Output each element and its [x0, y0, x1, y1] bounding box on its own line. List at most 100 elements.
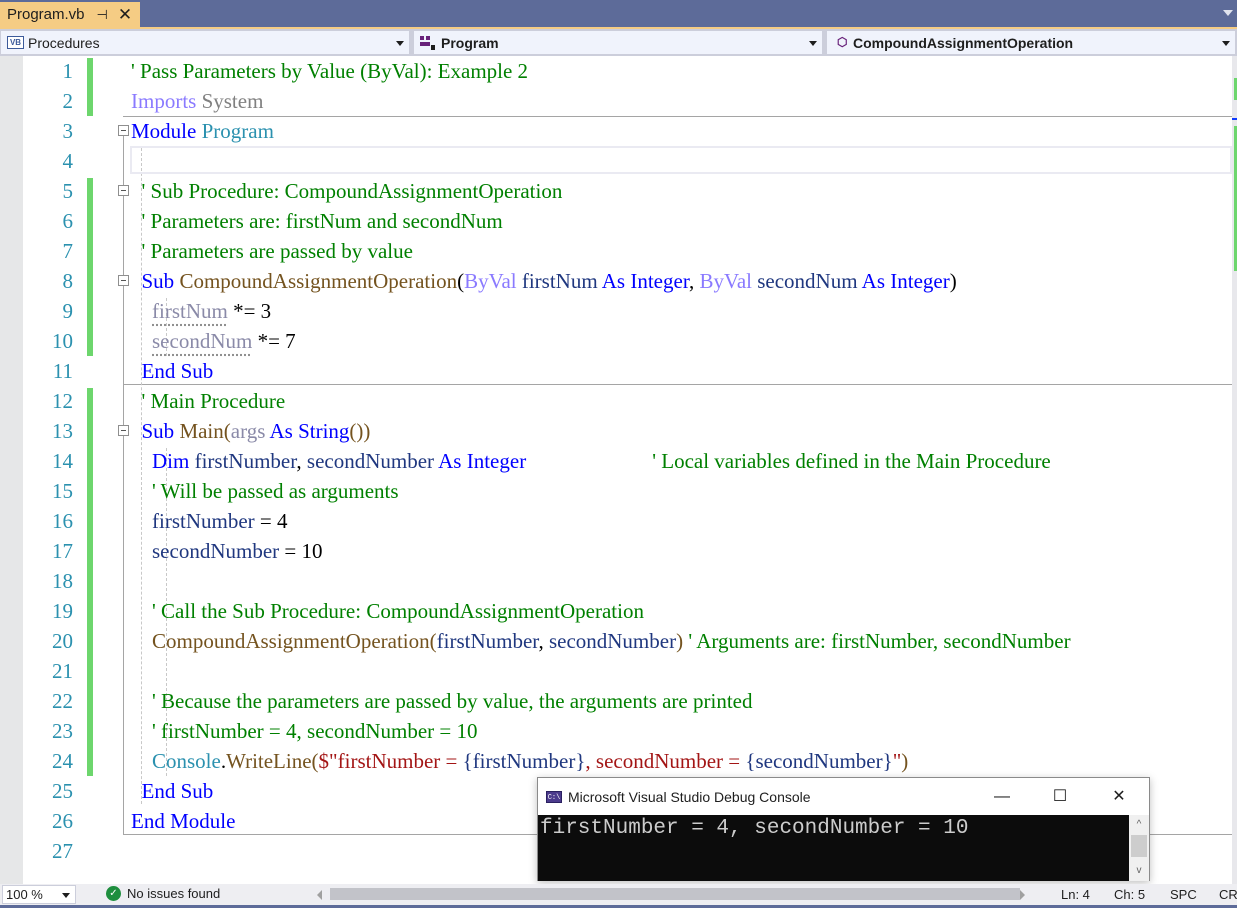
line-number: 1 [62, 59, 74, 83]
console-title-bar[interactable]: C:\ Microsoft Visual Studio Debug Consol… [538, 778, 1149, 815]
code-token: ' Main Procedure [141, 389, 286, 413]
chevron-down-icon [809, 41, 817, 46]
line-ending-indicator[interactable]: CR [1219, 887, 1237, 902]
code-token: firstNumber [436, 629, 539, 653]
project-dropdown[interactable]: VB Procedures [0, 30, 410, 55]
line-number: 3 [62, 119, 74, 143]
code-line: ' Pass Parameters by Value (ByVal): Exam… [131, 56, 528, 86]
close-console-button[interactable]: ✕ [1096, 778, 1142, 815]
code-line: Dim firstNumber, secondNumber As Integer… [131, 446, 1051, 476]
code-line: ' firstNumber = 4, secondNumber = 10 [131, 716, 478, 746]
debug-console-window[interactable]: C:\ Microsoft Visual Studio Debug Consol… [537, 777, 1150, 881]
code-token: , [688, 269, 700, 293]
code-token: ' Sub Procedure: CompoundAssignmentOpera… [141, 179, 563, 203]
code-token: ' Parameters are: firstNum and secondNum [141, 209, 503, 233]
type-dropdown[interactable]: Program [413, 30, 823, 55]
tab-title: Program.vb [7, 6, 85, 23]
code-token: ) [949, 269, 957, 293]
scroll-right-icon[interactable] [1020, 890, 1025, 900]
code-token: Console [152, 749, 221, 773]
code-token: *= 3 [227, 299, 272, 323]
code-line: firstNum *= 3 [131, 296, 271, 326]
line-number: 12 [52, 389, 73, 413]
issues-text: No issues found [127, 886, 221, 901]
code-token: secondNumber [548, 629, 677, 653]
code-token: As [269, 419, 293, 443]
method-cube-icon: ⬡ [837, 35, 848, 49]
scroll-left-icon[interactable] [317, 890, 322, 900]
procedure-separator [123, 384, 1234, 385]
line-number: 21 [52, 659, 73, 683]
line-indicator[interactable]: Ln: 4 [1061, 887, 1090, 902]
tab-program-vb[interactable]: Program.vb ⊣ ✕ [0, 2, 140, 27]
collapse-sub-icon[interactable] [118, 275, 129, 286]
maximize-button[interactable]: ☐ [1037, 778, 1083, 815]
code-token: ' Call the Sub Procedure: CompoundAssign… [152, 599, 644, 623]
code-token: secondNum [152, 329, 253, 353]
line-number: 9 [62, 299, 74, 323]
member-dropdown[interactable]: ⬡ CompoundAssignmentOperation [826, 30, 1236, 55]
line-number: 15 [52, 479, 73, 503]
vertical-scrollbar[interactable] [1232, 56, 1237, 884]
code-line: ' Call the Sub Procedure: CompoundAssign… [131, 596, 644, 626]
scroll-up-icon[interactable]: ^ [1129, 817, 1149, 833]
code-line: ' Will be passed as arguments [131, 476, 399, 506]
collapse-comment-icon[interactable] [118, 185, 129, 196]
code-line: Module Program [131, 116, 274, 146]
code-token: ()) [349, 419, 371, 443]
collapse-main-icon[interactable] [118, 425, 129, 436]
code-token: Sub [141, 269, 175, 293]
code-line: ' Sub Procedure: CompoundAssignmentOpera… [131, 176, 563, 206]
whitespace-indicator[interactable]: SPC [1170, 887, 1197, 902]
minimize-button[interactable]: — [979, 778, 1025, 815]
line-number: 20 [52, 629, 73, 653]
chevron-down-icon [62, 893, 70, 898]
code-token: Integer [466, 449, 527, 473]
horizontal-scroll-thumb[interactable] [330, 888, 1020, 900]
code-token: " [892, 749, 902, 773]
change-marker [87, 178, 93, 356]
pin-icon[interactable]: ⊣ [97, 7, 108, 23]
console-scroll-thumb[interactable] [1131, 835, 1147, 857]
code-token: {firstNumber} [462, 749, 586, 773]
scroll-down-icon[interactable]: v [1129, 863, 1149, 879]
code-line: firstNumber = 4 [131, 506, 288, 536]
code-line: ' Because the parameters are passed by v… [131, 686, 752, 716]
type-dropdown-label: Program [441, 34, 499, 51]
code-token: *= 7 [252, 329, 296, 353]
code-editor[interactable]: 1 2 3 4 5 6 7 8 9 10 11 12 13 14 15 16 17 18 19 20 21 22 23 24 2… [0, 56, 1237, 884]
code-token: ' Because the parameters are passed by v… [152, 689, 753, 713]
code-token: ) [901, 749, 909, 773]
line-number: 2 [62, 89, 74, 113]
code-token: String [298, 419, 350, 443]
procedure-separator [123, 116, 1234, 117]
console-output-area[interactable]: firstNumber = 4, secondNumber = 10 ^ v [538, 815, 1149, 881]
code-token: ' Parameters are passed by value [141, 239, 413, 263]
chevron-down-icon [396, 41, 404, 46]
code-token: {secondNumber} [745, 749, 893, 773]
issues-indicator[interactable]: ✓ No issues found [106, 886, 220, 901]
zoom-dropdown[interactable]: 100 % [2, 885, 76, 904]
close-tab-icon[interactable]: ✕ [118, 5, 132, 25]
column-indicator[interactable]: Ch: 5 [1114, 887, 1145, 902]
code-line: secondNum *= 7 [131, 326, 296, 356]
code-token: secondNumber [152, 539, 280, 563]
tab-overflow-dropdown-icon[interactable] [1223, 10, 1233, 16]
code-token: firstNumber [194, 449, 297, 473]
code-line: Sub Main(args As String()) [131, 416, 371, 446]
code-token: firstNum [152, 299, 228, 323]
collapse-module-icon[interactable] [118, 125, 129, 136]
console-scrollbar[interactable]: ^ v [1129, 815, 1149, 881]
code-token: Sub [141, 419, 175, 443]
code-token: End Module [131, 809, 236, 833]
